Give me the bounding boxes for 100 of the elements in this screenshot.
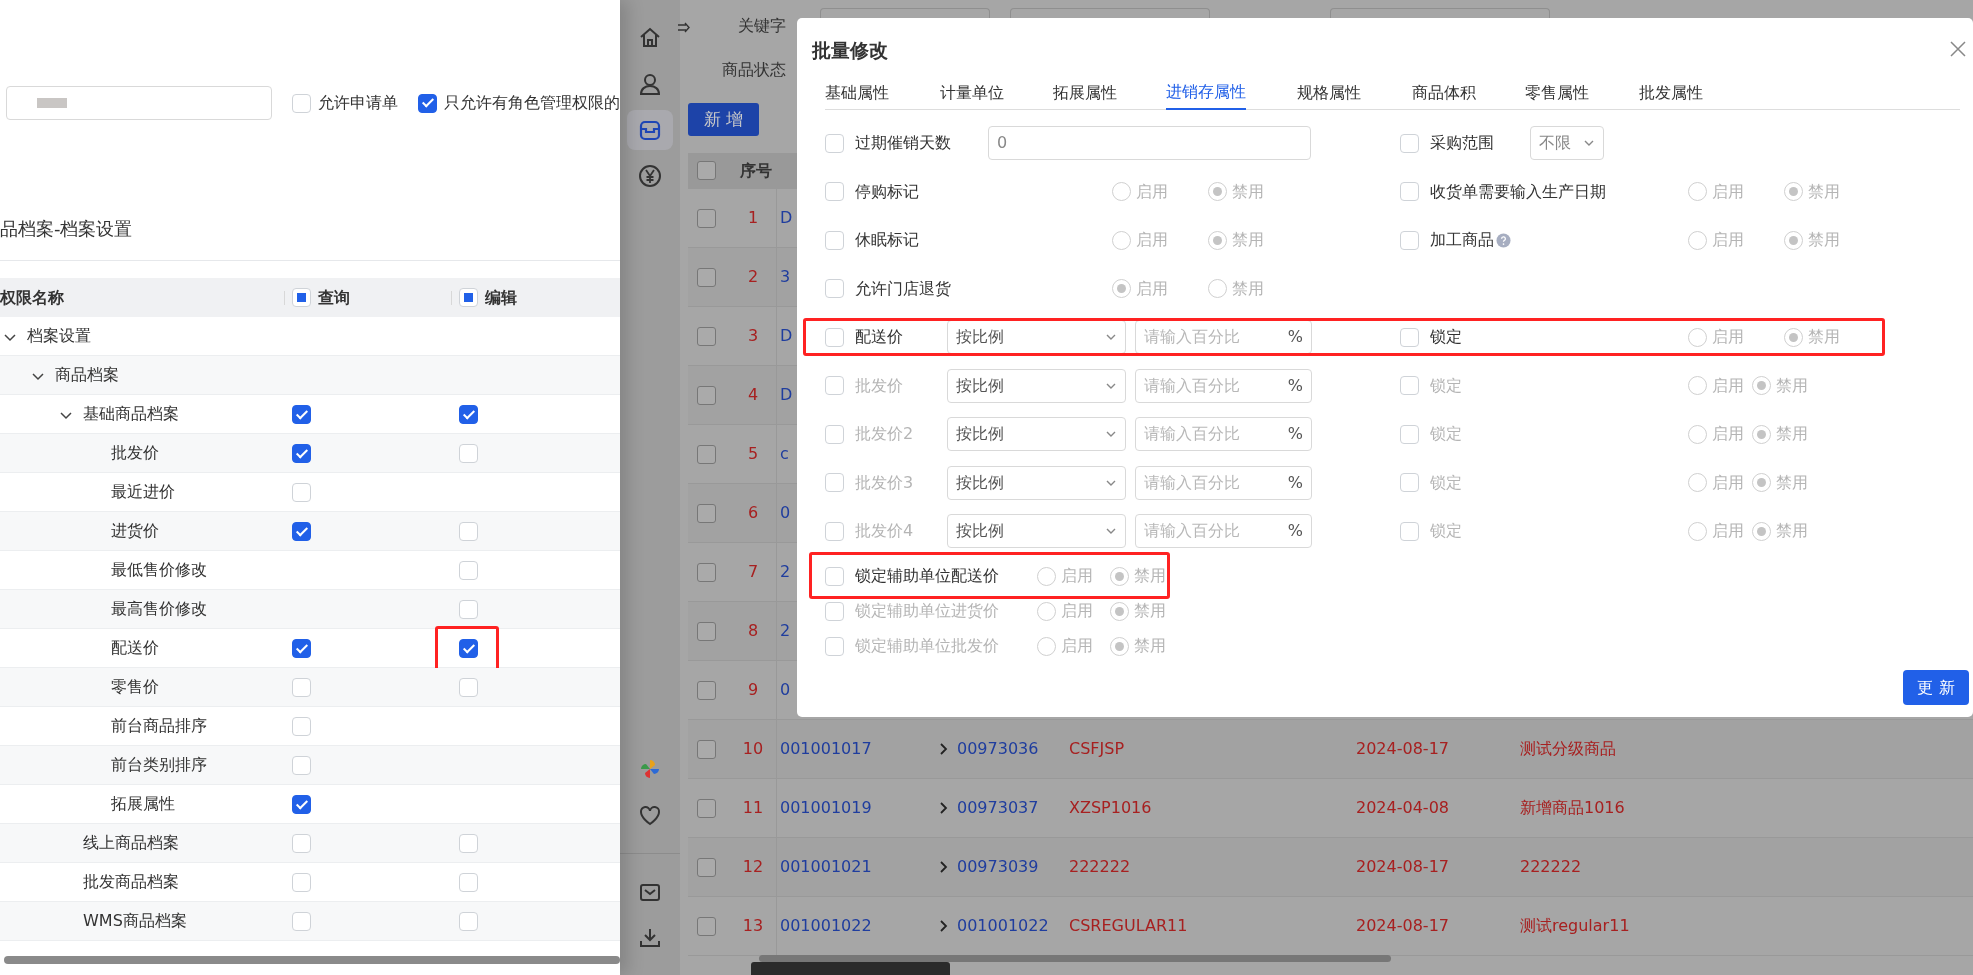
sub-code-link[interactable]: 001001022 [957, 914, 1049, 938]
table-cell-text: 222222 [1069, 856, 1131, 878]
code-link[interactable]: 0 [780, 501, 791, 525]
field-label: 加工商品 [1430, 229, 1494, 252]
row-number: 13 [741, 915, 765, 937]
row-checkbox[interactable] [697, 798, 716, 818]
checkbox[interactable] [292, 405, 311, 424]
code-link[interactable]: D [780, 324, 793, 348]
field-label: 锁定辅助单位批发价 [855, 635, 999, 657]
update-button[interactable]: 更 新 [1903, 670, 1969, 705]
table-cell-text: 新增商品1016 [1520, 797, 1625, 819]
tab[interactable]: 进销存属性 [1166, 75, 1246, 110]
row-checkbox[interactable] [697, 385, 716, 405]
tab[interactable]: 基础属性 [825, 75, 889, 110]
field-label: 锁定 [1430, 423, 1462, 446]
tab[interactable]: 零售属性 [1525, 75, 1589, 110]
code-link[interactable]: D [780, 206, 793, 230]
code-link[interactable]: 2 [780, 619, 791, 643]
number-input[interactable]: 0 [988, 126, 1311, 161]
code-link[interactable]: 0 [780, 678, 791, 702]
table-cell-text: XZSP1016 [1069, 797, 1152, 819]
column-header: 编辑 [485, 286, 517, 309]
radio-option[interactable]: 禁用 [1110, 564, 1166, 588]
column-header: 查询 [318, 286, 350, 309]
radio-option[interactable]: 禁用 [1208, 179, 1264, 204]
code-link[interactable]: 001001021 [780, 855, 872, 879]
row-checkbox[interactable] [697, 680, 716, 700]
tab[interactable]: 计量单位 [940, 75, 1004, 110]
close-icon[interactable] [1949, 40, 1967, 58]
row-checkbox[interactable] [697, 267, 716, 287]
row-checkbox[interactable] [697, 621, 716, 641]
row-number: 12 [741, 856, 765, 878]
radio-option[interactable]: 禁用 [1208, 228, 1264, 253]
radio-option[interactable]: 启用 [1688, 228, 1744, 253]
field-label: 锁定辅助单位进货价 [855, 600, 999, 622]
radio-option[interactable]: 启用 [1688, 179, 1744, 204]
radio-option[interactable]: 启用 [1037, 564, 1093, 588]
code-link[interactable]: D [780, 383, 793, 407]
role-name-field[interactable] [6, 86, 272, 120]
sub-code-link[interactable]: 00973039 [957, 855, 1039, 879]
code-link[interactable]: 001001019 [780, 796, 872, 820]
code-link[interactable]: 3 [780, 265, 791, 289]
field-label: 锁定 [1430, 520, 1462, 543]
scrollbar[interactable] [4, 956, 620, 964]
option-label: 允许申请单 [318, 92, 398, 114]
radio-option[interactable]: 禁用 [1784, 179, 1840, 204]
header-checkbox[interactable] [697, 161, 716, 180]
field-label: 允许门店退货 [855, 277, 951, 300]
code-link[interactable]: 2 [780, 560, 791, 584]
code-link[interactable]: c [780, 442, 789, 466]
checkbox[interactable] [459, 639, 478, 658]
tree-item-label: 拓展属性 [111, 793, 175, 815]
tab[interactable]: 规格属性 [1297, 75, 1361, 110]
yen-icon[interactable] [637, 163, 663, 189]
radio-option[interactable]: 禁用 [1784, 228, 1840, 253]
code-link[interactable]: 001001022 [780, 914, 872, 938]
checkbox[interactable] [292, 522, 311, 541]
checkbox[interactable] [459, 405, 478, 424]
add-button[interactable]: 新 增 [688, 103, 759, 136]
sub-code-link[interactable]: 00973036 [957, 737, 1039, 761]
row-checkbox[interactable] [697, 503, 716, 523]
row-checkbox[interactable] [697, 444, 716, 464]
tab[interactable]: 拓展属性 [1053, 75, 1117, 110]
row-checkbox[interactable] [697, 739, 716, 759]
row-number: 2 [746, 266, 760, 288]
field-label: 批发价2 [855, 423, 914, 446]
radio-option[interactable]: 启用 [1112, 276, 1168, 301]
dialog-title: 批量修改 [812, 38, 888, 63]
table-cell-text: CSREGULAR11 [1069, 915, 1188, 937]
scope-select[interactable]: 不限 [1530, 126, 1604, 161]
sub-code-link[interactable]: 00973037 [957, 796, 1039, 820]
row-checkbox[interactable] [697, 562, 716, 582]
radio-option[interactable]: 禁用 [1784, 325, 1840, 350]
checkbox[interactable] [292, 639, 311, 658]
row-checkbox[interactable] [697, 208, 716, 228]
scrollbar[interactable] [759, 955, 1391, 962]
row-checkbox[interactable] [697, 916, 716, 936]
tab[interactable]: 批发属性 [1639, 75, 1703, 110]
code-link[interactable]: 001001017 [780, 737, 872, 761]
radio-option[interactable]: 启用 [1688, 325, 1744, 350]
unit-label: % [1287, 326, 1303, 349]
checkbox[interactable] [292, 444, 311, 463]
field-label: 批发价3 [855, 471, 914, 494]
tab[interactable]: 商品体积 [1412, 75, 1476, 110]
row-number: 11 [741, 797, 765, 819]
field-label: 收货单需要输入生产日期 [1430, 180, 1606, 203]
tree-item-label: 最低售价修改 [111, 559, 207, 581]
radio-option[interactable]: 启用 [1112, 228, 1168, 253]
unit-label: % [1287, 374, 1303, 397]
tree-item-label: 配送价 [111, 637, 159, 659]
row-checkbox[interactable] [697, 326, 716, 346]
row-checkbox[interactable] [697, 857, 716, 877]
radio-option[interactable]: 启用 [1112, 179, 1168, 204]
radio-option[interactable]: 禁用 [1208, 276, 1264, 301]
option-label: 只允许有角色管理权限的 [444, 92, 620, 114]
checkbox[interactable] [418, 93, 437, 113]
table-cell-text: 测试regular11 [1520, 915, 1630, 937]
checkbox[interactable] [292, 795, 311, 814]
user-icon[interactable] [637, 71, 663, 97]
row-number: 8 [746, 620, 760, 642]
